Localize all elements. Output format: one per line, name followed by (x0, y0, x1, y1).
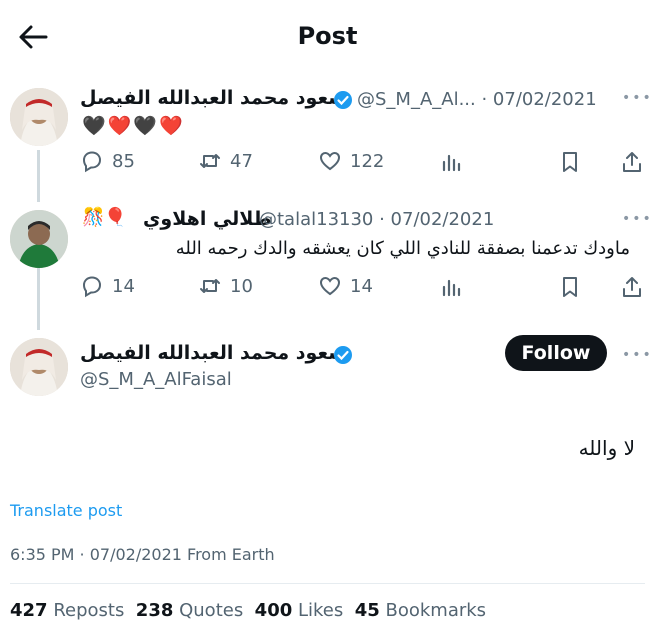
follow-button[interactable]: Follow (505, 335, 607, 371)
more-icon[interactable]: ••• (622, 347, 653, 363)
verified-badge-icon (334, 346, 352, 364)
avatar[interactable] (10, 210, 68, 268)
thread-line (37, 150, 40, 202)
author-name[interactable]: سعود محمد العبدالله الفيصل (80, 87, 347, 109)
like-count: 122 (350, 150, 385, 172)
post-text: لا والله (578, 436, 635, 460)
author-name[interactable]: طلالي اهلاوي (143, 208, 272, 230)
heart-icon (319, 276, 341, 296)
avatar[interactable] (10, 88, 68, 146)
share-icon[interactable] (620, 150, 644, 174)
verified-badge-icon (334, 91, 352, 109)
engagement-stats: 427 Reposts 238 Quotes 400 Likes 45 Book… (10, 600, 486, 621)
reply-icon (82, 151, 102, 173)
post-text: 🖤❤️🖤❤️ (82, 115, 185, 137)
reply-icon (82, 276, 102, 298)
repost-icon (200, 279, 220, 293)
reply-button[interactable]: 14 (80, 274, 135, 298)
bookmark-icon[interactable] (558, 275, 582, 299)
likes-stat[interactable]: 400 Likes (255, 600, 344, 621)
repost-button[interactable]: 10 (198, 274, 253, 298)
more-icon[interactable]: ••• (622, 211, 653, 227)
share-icon[interactable] (620, 275, 644, 299)
reply-button[interactable]: 85 (80, 149, 135, 173)
bookmark-icon[interactable] (558, 150, 582, 174)
like-button[interactable]: 122 (318, 149, 384, 173)
views-icon[interactable] (440, 275, 464, 299)
divider (10, 583, 645, 584)
repost-icon (200, 154, 220, 168)
heart-icon (319, 151, 341, 171)
handle-date: @S_M_A_Al... · 07/02/2021 (357, 89, 597, 110)
thread-line (37, 268, 40, 330)
avatar[interactable] (10, 338, 68, 396)
reposts-stat[interactable]: 427 Reposts (10, 600, 124, 621)
post-timestamp: 6:35 PM · 07/02/2021 From Earth (10, 545, 275, 564)
repost-button[interactable]: 47 (198, 149, 253, 173)
translate-link[interactable]: Translate post (10, 501, 122, 520)
bookmarks-stat[interactable]: 45 Bookmarks (355, 600, 486, 621)
party-emoji-icon: 🎊🎈 (82, 207, 127, 228)
author-handle[interactable]: @S_M_A_AlFaisal (80, 369, 232, 390)
post-text: ماودك تدعمنا بصفقة للنادي اللي كان يعشقه… (175, 238, 630, 259)
views-icon[interactable] (440, 150, 464, 174)
page-title: Post (297, 22, 358, 50)
like-button[interactable]: 14 (318, 274, 373, 298)
handle-date: @talal13130 · 07/02/2021 (259, 209, 495, 230)
repost-count: 47 (230, 150, 253, 172)
repost-count: 10 (230, 275, 253, 297)
author-name[interactable]: سعود محمد العبدالله الفيصل (80, 342, 347, 364)
reply-count: 14 (112, 275, 135, 297)
like-count: 14 (350, 275, 373, 297)
reply-count: 85 (112, 150, 135, 172)
more-icon[interactable]: ••• (622, 90, 653, 106)
quotes-stat[interactable]: 238 Quotes (136, 600, 243, 621)
